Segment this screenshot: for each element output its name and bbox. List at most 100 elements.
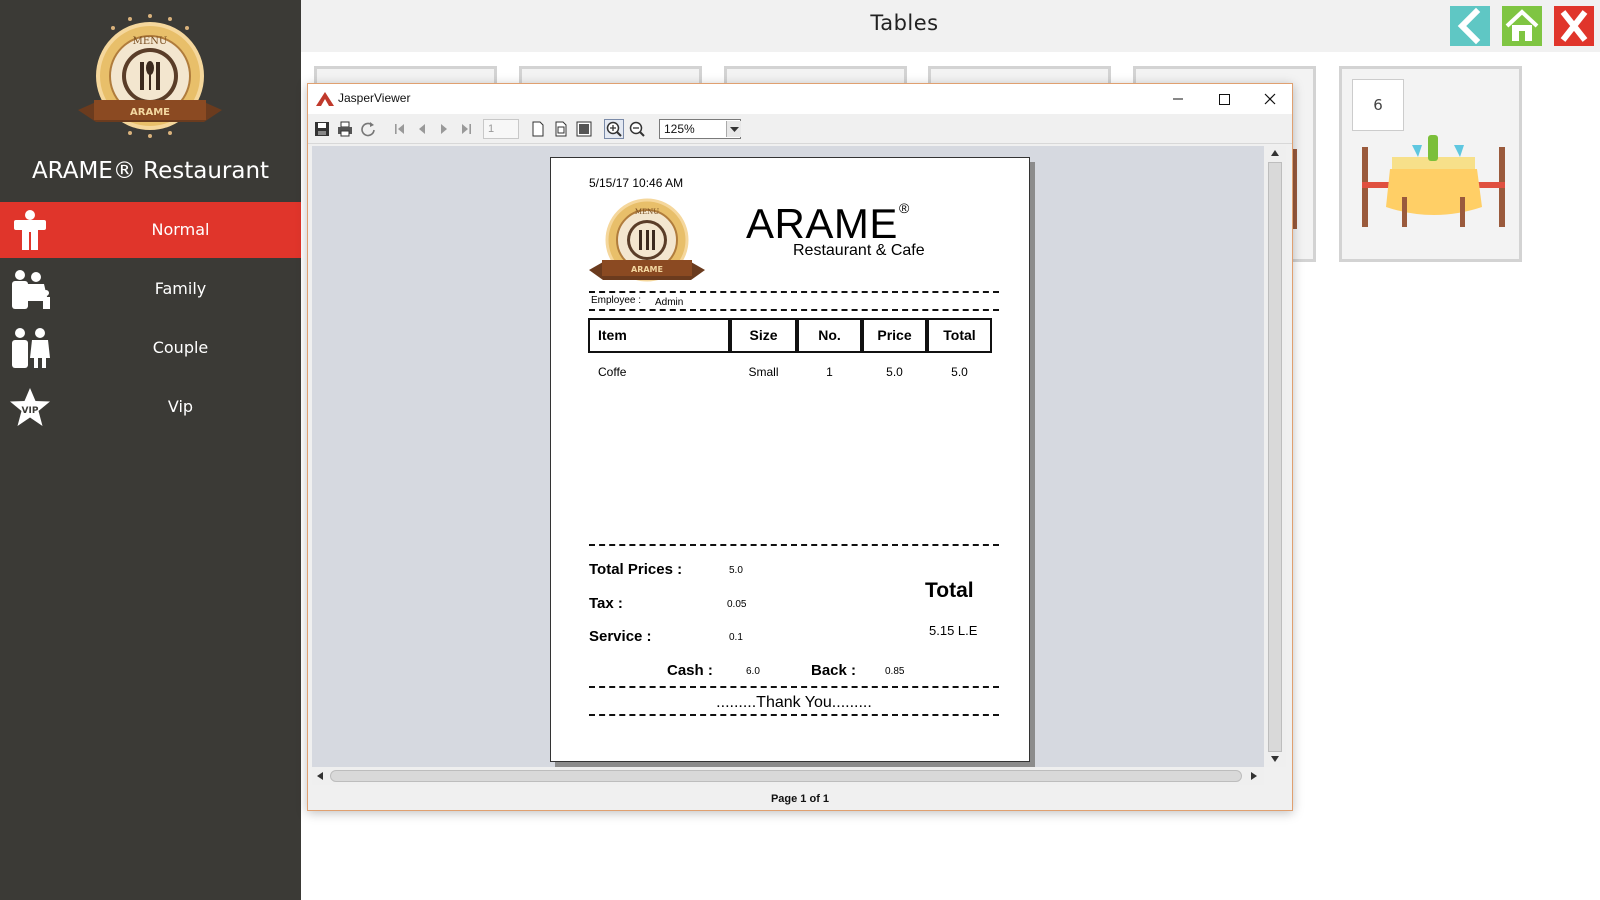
scroll-down-icon[interactable] [1264, 752, 1286, 766]
cash-label: Cash : [667, 662, 713, 679]
family-icon [12, 270, 50, 309]
maximize-button[interactable] [1201, 84, 1247, 114]
divider [589, 309, 999, 311]
home-icon [1505, 9, 1539, 41]
last-page-icon [462, 124, 471, 134]
receipt-subtitle: Restaurant & Cafe [793, 242, 925, 259]
employee-label: Employee : [591, 295, 642, 306]
vip-star-icon: VIP [10, 388, 50, 426]
back-button[interactable] [1450, 6, 1490, 46]
tax-value: 0.05 [727, 599, 747, 610]
fit-width-button[interactable] [574, 119, 594, 139]
scroll-right-icon[interactable] [1246, 767, 1262, 785]
next-page-icon [441, 124, 447, 134]
brand-name: ARAME® Restaurant [31, 158, 270, 184]
back-value: 0.85 [885, 666, 905, 677]
reload-button[interactable] [358, 119, 378, 139]
scroll-left-icon[interactable] [312, 767, 328, 785]
print-icon [338, 121, 352, 137]
couple-icon [12, 328, 50, 368]
next-page-button[interactable] [434, 119, 454, 139]
back-label: Back : [811, 662, 857, 679]
svg-text:MENU: MENU [133, 36, 168, 47]
sidebar-item-label: Family [154, 279, 207, 298]
zoom-in-icon [606, 121, 622, 137]
minimize-button[interactable] [1155, 84, 1201, 114]
close-app-button[interactable] [1554, 6, 1594, 46]
total-prices-value: 5.0 [729, 565, 743, 576]
svg-text:MENU: MENU [635, 208, 659, 216]
window-titlebar[interactable]: JasperViewer [308, 84, 1292, 114]
header-size: Size [730, 318, 797, 353]
page-number-input[interactable]: 1 [483, 119, 519, 139]
receipt-page: 5/15/17 10:46 AM MENU ARAME ARAME ® Rest… [550, 157, 1030, 762]
window-close-button[interactable] [1247, 84, 1293, 114]
sidebar-item-couple[interactable]: Couple [0, 320, 301, 376]
sidebar-item-normal[interactable]: Normal [0, 202, 301, 258]
page-status: Page 1 of 1 [770, 793, 830, 805]
sidebar-item-vip[interactable]: VIP Vip [0, 379, 301, 435]
divider [589, 291, 999, 293]
print-button[interactable] [335, 119, 355, 139]
scroll-up-icon[interactable] [1264, 146, 1286, 160]
viewer-toolbar: 1 125% [308, 114, 1292, 144]
previous-page-icon [419, 124, 425, 134]
maximize-icon [1219, 94, 1230, 105]
fit-width-icon [576, 121, 592, 137]
actual-size-icon [532, 121, 544, 137]
first-page-button[interactable] [390, 119, 410, 139]
vertical-scrollbar[interactable] [1264, 146, 1286, 767]
actual-size-button[interactable] [528, 119, 548, 139]
window-title: JasperViewer [338, 91, 411, 105]
dining-table-icon [1362, 135, 1505, 227]
zoom-select[interactable]: 125% [659, 119, 741, 139]
zoom-value: 125% [664, 122, 695, 136]
receipt-brand: ARAME [746, 200, 898, 247]
menu-logo: MENU ARAME [78, 14, 222, 138]
receipt-datetime: 5/15/17 10:46 AM [589, 176, 684, 190]
service-value: 0.1 [729, 632, 743, 643]
previous-page-button[interactable] [412, 119, 432, 139]
svg-text:VIP: VIP [22, 406, 39, 416]
header-price: Price [862, 318, 927, 353]
tax-label: Tax : [589, 595, 623, 612]
receipt-logo: MENU ARAME [589, 198, 705, 282]
zoom-out-button[interactable] [627, 119, 647, 139]
registered-mark: ® [899, 200, 910, 216]
table-card-6[interactable]: 6 [1339, 66, 1522, 262]
employee-value: Admin [655, 297, 684, 308]
table-number: 6 [1352, 79, 1404, 131]
reload-icon [361, 122, 375, 137]
vertical-scroll-thumb[interactable] [1268, 162, 1282, 752]
sidebar-item-label: Normal [151, 220, 210, 239]
cash-value: 6.0 [746, 666, 760, 677]
top-bar: Tables [301, 0, 1600, 52]
fit-page-icon [555, 121, 567, 137]
row-no: 1 [826, 365, 833, 379]
sidebar-item-family[interactable]: Family [0, 261, 301, 317]
jasper-app-icon [316, 92, 334, 106]
sidebar-item-label: Couple [152, 338, 209, 357]
jasper-viewer-window: JasperViewer 1 125% 5/15/17 10:46 AM MEN… [307, 83, 1293, 811]
chevron-down-icon[interactable] [726, 121, 741, 137]
grand-total-value: 5.15 L.E [929, 623, 978, 638]
first-page-icon [395, 124, 404, 134]
sidebar: MENU ARAME ARAME® Restaurant Normal Fami… [0, 0, 301, 900]
horizontal-scrollbar[interactable] [312, 767, 1264, 785]
header-no: No. [797, 318, 862, 353]
row-total: 5.0 [951, 365, 968, 379]
divider [589, 544, 999, 546]
thank-you-text: .........Thank You......... [716, 694, 872, 711]
service-label: Service : [589, 628, 652, 645]
report-canvas: 5/15/17 10:46 AM MENU ARAME ARAME ® Rest… [312, 146, 1264, 767]
zoom-in-button[interactable] [604, 119, 624, 139]
grand-total-label: Total [925, 579, 974, 602]
horizontal-scroll-thumb[interactable] [330, 770, 1242, 782]
home-button[interactable] [1502, 6, 1542, 46]
fit-page-button[interactable] [551, 119, 571, 139]
person-icon [14, 210, 46, 250]
last-page-button[interactable] [456, 119, 476, 139]
save-button[interactable] [312, 119, 332, 139]
page-title: Tables [870, 11, 939, 35]
row-size: Small [748, 365, 779, 379]
